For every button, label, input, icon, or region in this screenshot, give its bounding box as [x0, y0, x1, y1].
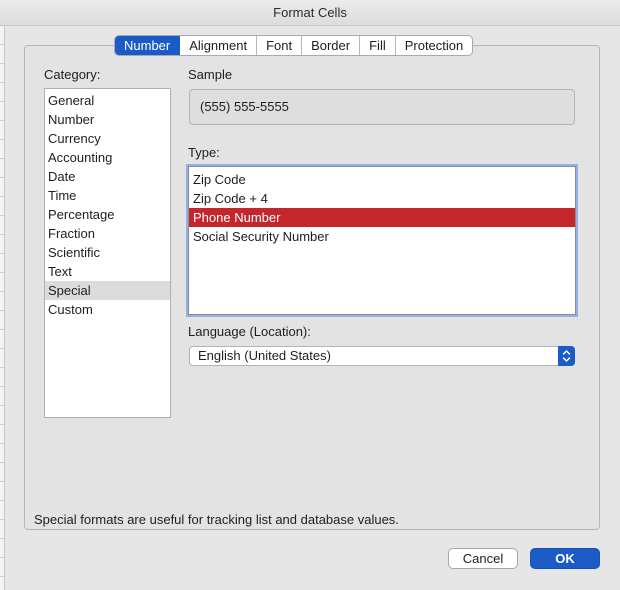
type-item-phone-number[interactable]: Phone Number: [189, 208, 575, 227]
category-item-time[interactable]: Time: [45, 186, 170, 205]
language-select-value: English (United States): [198, 348, 331, 363]
category-description: Special formats are useful for tracking …: [34, 512, 399, 527]
type-item-social-security-number[interactable]: Social Security Number: [189, 227, 575, 246]
ok-button[interactable]: OK: [530, 548, 600, 569]
type-item-zip-code-plus-4[interactable]: Zip Code + 4: [189, 189, 575, 208]
cancel-button[interactable]: Cancel: [448, 548, 518, 569]
format-cells-dialog: Format Cells Number Alignment Font Borde…: [0, 0, 620, 590]
tab-fill[interactable]: Fill: [360, 36, 396, 55]
tab-protection[interactable]: Protection: [396, 36, 473, 55]
category-item-text[interactable]: Text: [45, 262, 170, 281]
category-item-special[interactable]: Special: [45, 281, 170, 300]
tab-font[interactable]: Font: [257, 36, 303, 55]
category-item-currency[interactable]: Currency: [45, 129, 170, 148]
sample-preview: (555) 555-5555: [189, 89, 575, 125]
category-item-custom[interactable]: Custom: [45, 300, 170, 319]
type-item-zip-code[interactable]: Zip Code: [189, 170, 575, 189]
language-select[interactable]: English (United States): [189, 346, 575, 366]
tab-bar: Number Alignment Font Border Fill Protec…: [114, 35, 474, 56]
tab-border[interactable]: Border: [302, 36, 361, 55]
category-list[interactable]: General Number Currency Accounting Date …: [44, 88, 171, 418]
type-label: Type:: [188, 145, 220, 160]
language-label: Language (Location):: [188, 324, 311, 339]
tab-alignment[interactable]: Alignment: [180, 36, 258, 55]
category-item-scientific[interactable]: Scientific: [45, 243, 170, 262]
background-sheet-edge: [0, 26, 5, 590]
category-item-fraction[interactable]: Fraction: [45, 224, 170, 243]
category-item-percentage[interactable]: Percentage: [45, 205, 170, 224]
tab-number[interactable]: Number: [115, 36, 181, 55]
category-item-number[interactable]: Number: [45, 110, 170, 129]
window-title: Format Cells: [0, 0, 620, 26]
sample-label: Sample: [188, 67, 233, 82]
category-item-date[interactable]: Date: [45, 167, 170, 186]
type-list[interactable]: Zip Code Zip Code + 4 Phone Number Socia…: [188, 166, 576, 315]
chevron-up-down-icon[interactable]: [558, 346, 575, 366]
category-label: Category:: [44, 67, 101, 82]
category-item-general[interactable]: General: [45, 91, 170, 110]
category-item-accounting[interactable]: Accounting: [45, 148, 170, 167]
